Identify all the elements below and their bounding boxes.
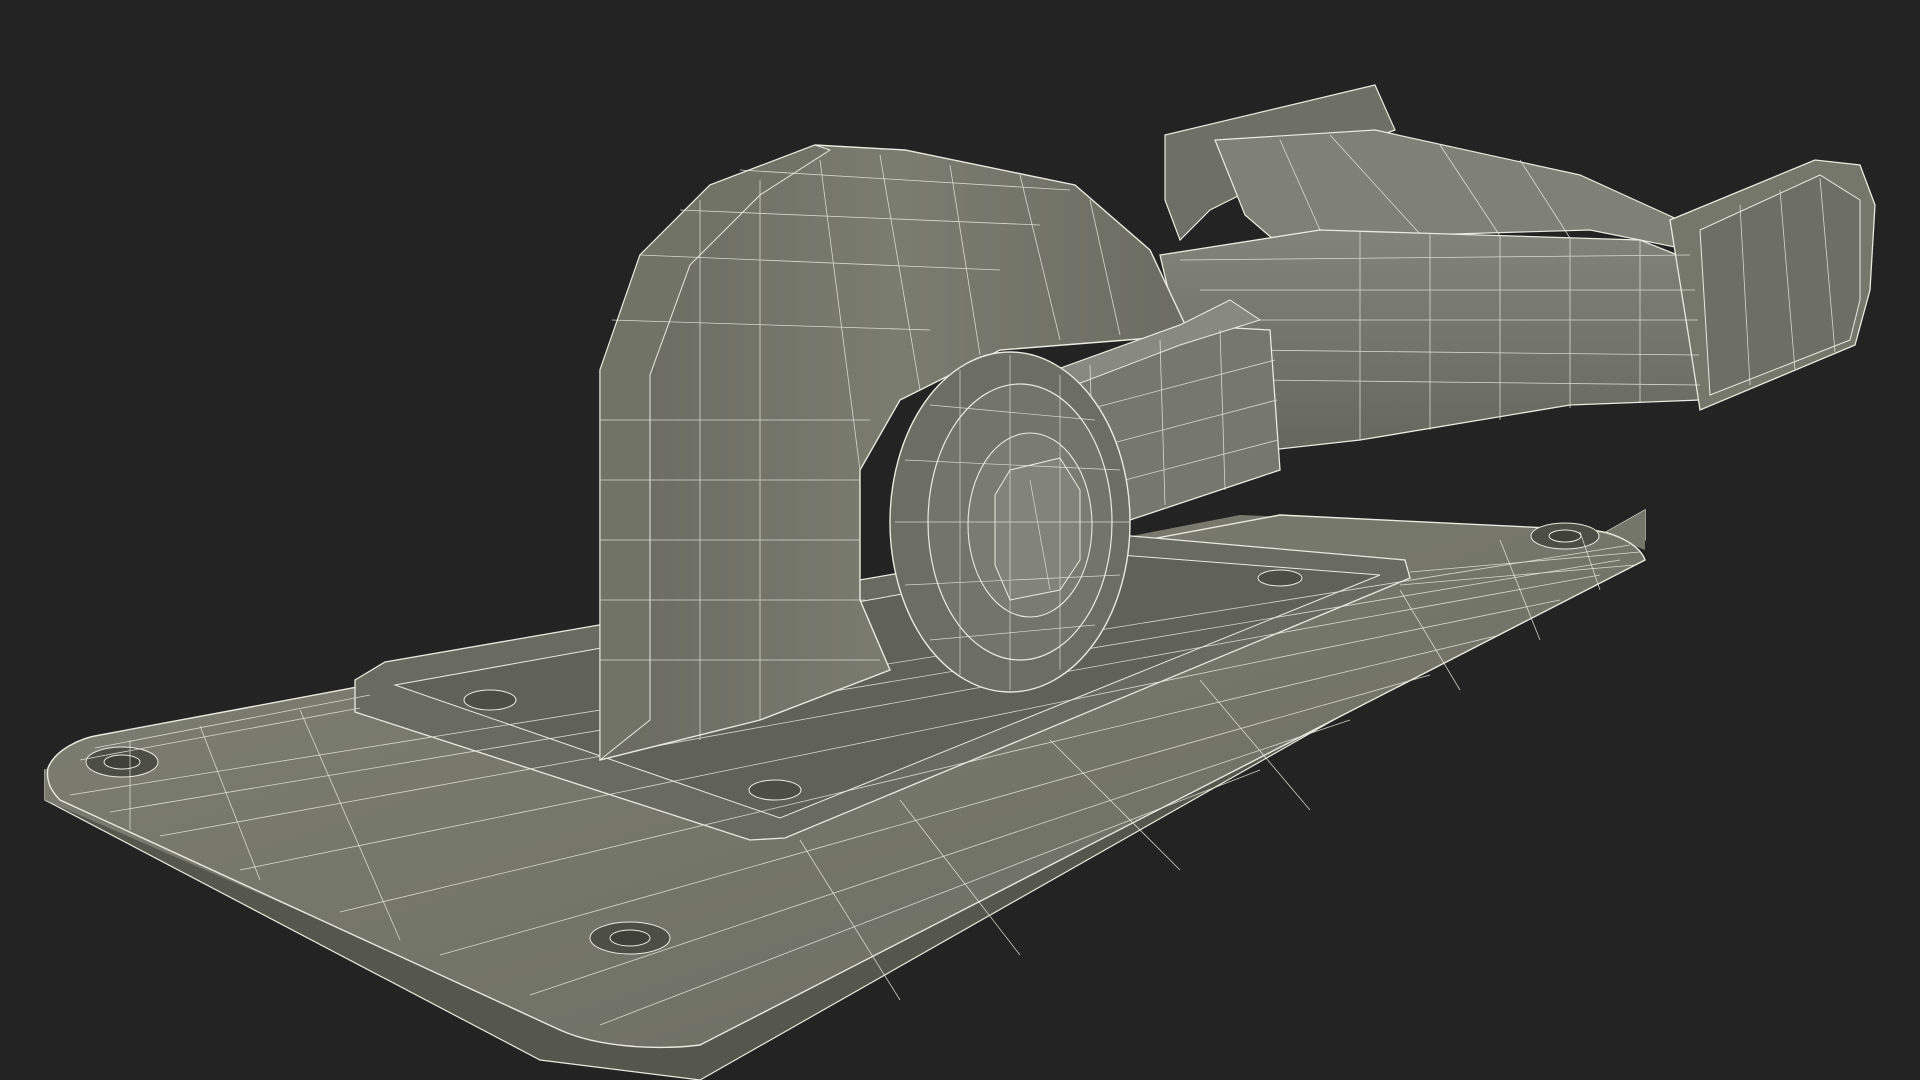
screw-hole-front-mid-inner [609, 929, 651, 947]
screw-hole-recess-right [1257, 569, 1303, 587]
pivot-hub [889, 351, 1131, 693]
screw-hole-recess-left [463, 689, 517, 711]
screw-hole-recess-front [748, 779, 802, 801]
lever-top-inner [1214, 129, 1691, 251]
render-viewport [0, 0, 1920, 1080]
screw-hole-front-left-inner [103, 754, 141, 770]
screw-hole-back-right-inner [1548, 529, 1582, 543]
wireframe-model [44, 84, 1876, 1080]
